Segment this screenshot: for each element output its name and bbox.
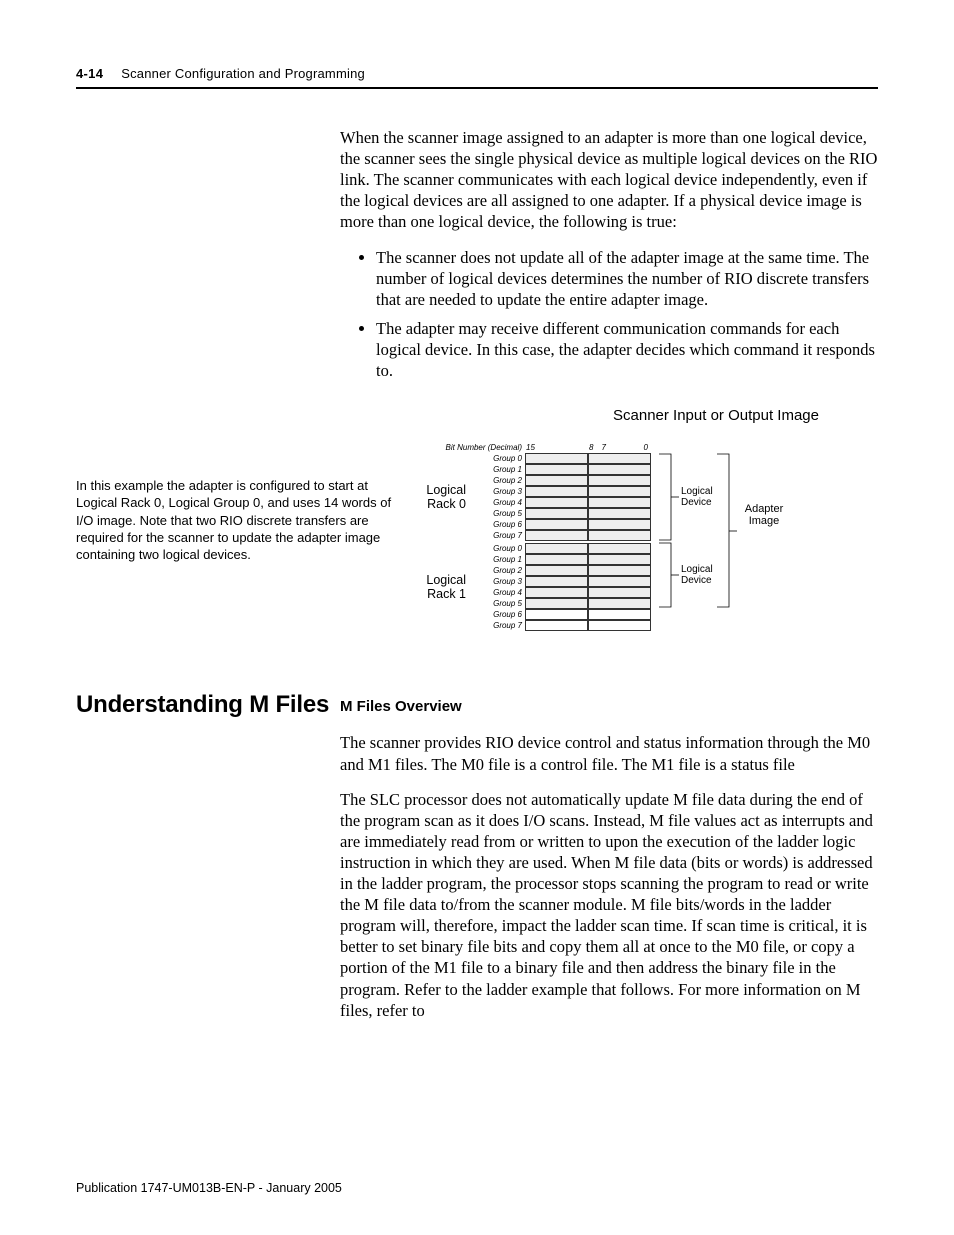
page-number: 4-14 (76, 66, 103, 81)
bracket-icon (657, 453, 777, 633)
scanner-image-diagram: Scanner Input or Output Image Bit Number… (416, 407, 954, 631)
bullet-item: The scanner does not update all of the a… (376, 247, 878, 310)
logical-device-0-label: Logical Device (681, 487, 731, 508)
diagram-block: In this example the adapter is configure… (76, 407, 878, 631)
body-paragraph: The SLC processor does not automatically… (340, 789, 878, 1021)
bit-number-label: Bit Number (Decimal) (416, 443, 522, 453)
rack-1-label: Logical Rack 1 (416, 573, 466, 602)
body-paragraph: When the scanner image assigned to an ad… (340, 127, 878, 233)
bit-0: 0 (630, 443, 652, 452)
body-paragraph: The scanner provides RIO device control … (340, 732, 878, 774)
header-rule (76, 87, 878, 89)
bullet-list: The scanner does not update all of the a… (340, 247, 878, 382)
running-header: 4-14 Scanner Configuration and Programmi… (76, 66, 878, 81)
mfiles-section: Understanding M Files M Files Overview T… (76, 667, 878, 1035)
intro-block: When the scanner image assigned to an ad… (76, 127, 878, 395)
rack-0-label: Logical Rack 0 (416, 483, 466, 512)
page: 4-14 Scanner Configuration and Programmi… (0, 0, 954, 1235)
bit-8: 8 (589, 443, 593, 452)
diagram-title: Scanner Input or Output Image (476, 407, 954, 424)
section-heading: Understanding M Files (76, 691, 340, 719)
diagram-side-note: In this example the adapter is configure… (76, 477, 406, 563)
bit-7: 7 (601, 443, 605, 452)
publication-footer: Publication 1747-UM013B-EN-P - January 2… (76, 1181, 342, 1195)
chapter-title: Scanner Configuration and Programming (121, 66, 365, 81)
rack-0-cells (525, 453, 651, 541)
sub-heading: M Files Overview (340, 697, 878, 716)
rack-1-groups: Group 0 Group 1 Group 2 Group 3 Group 4 … (470, 543, 522, 631)
adapter-image-label: Adapter Image (739, 503, 789, 527)
logical-device-1-label: Logical Device (681, 565, 731, 586)
bullet-item: The adapter may receive different commun… (376, 318, 878, 381)
bit-15: 15 (526, 443, 544, 452)
rack-0-groups: Group 0 Group 1 Group 2 Group 3 Group 4 … (470, 453, 522, 541)
rack-1-cells (525, 543, 651, 631)
